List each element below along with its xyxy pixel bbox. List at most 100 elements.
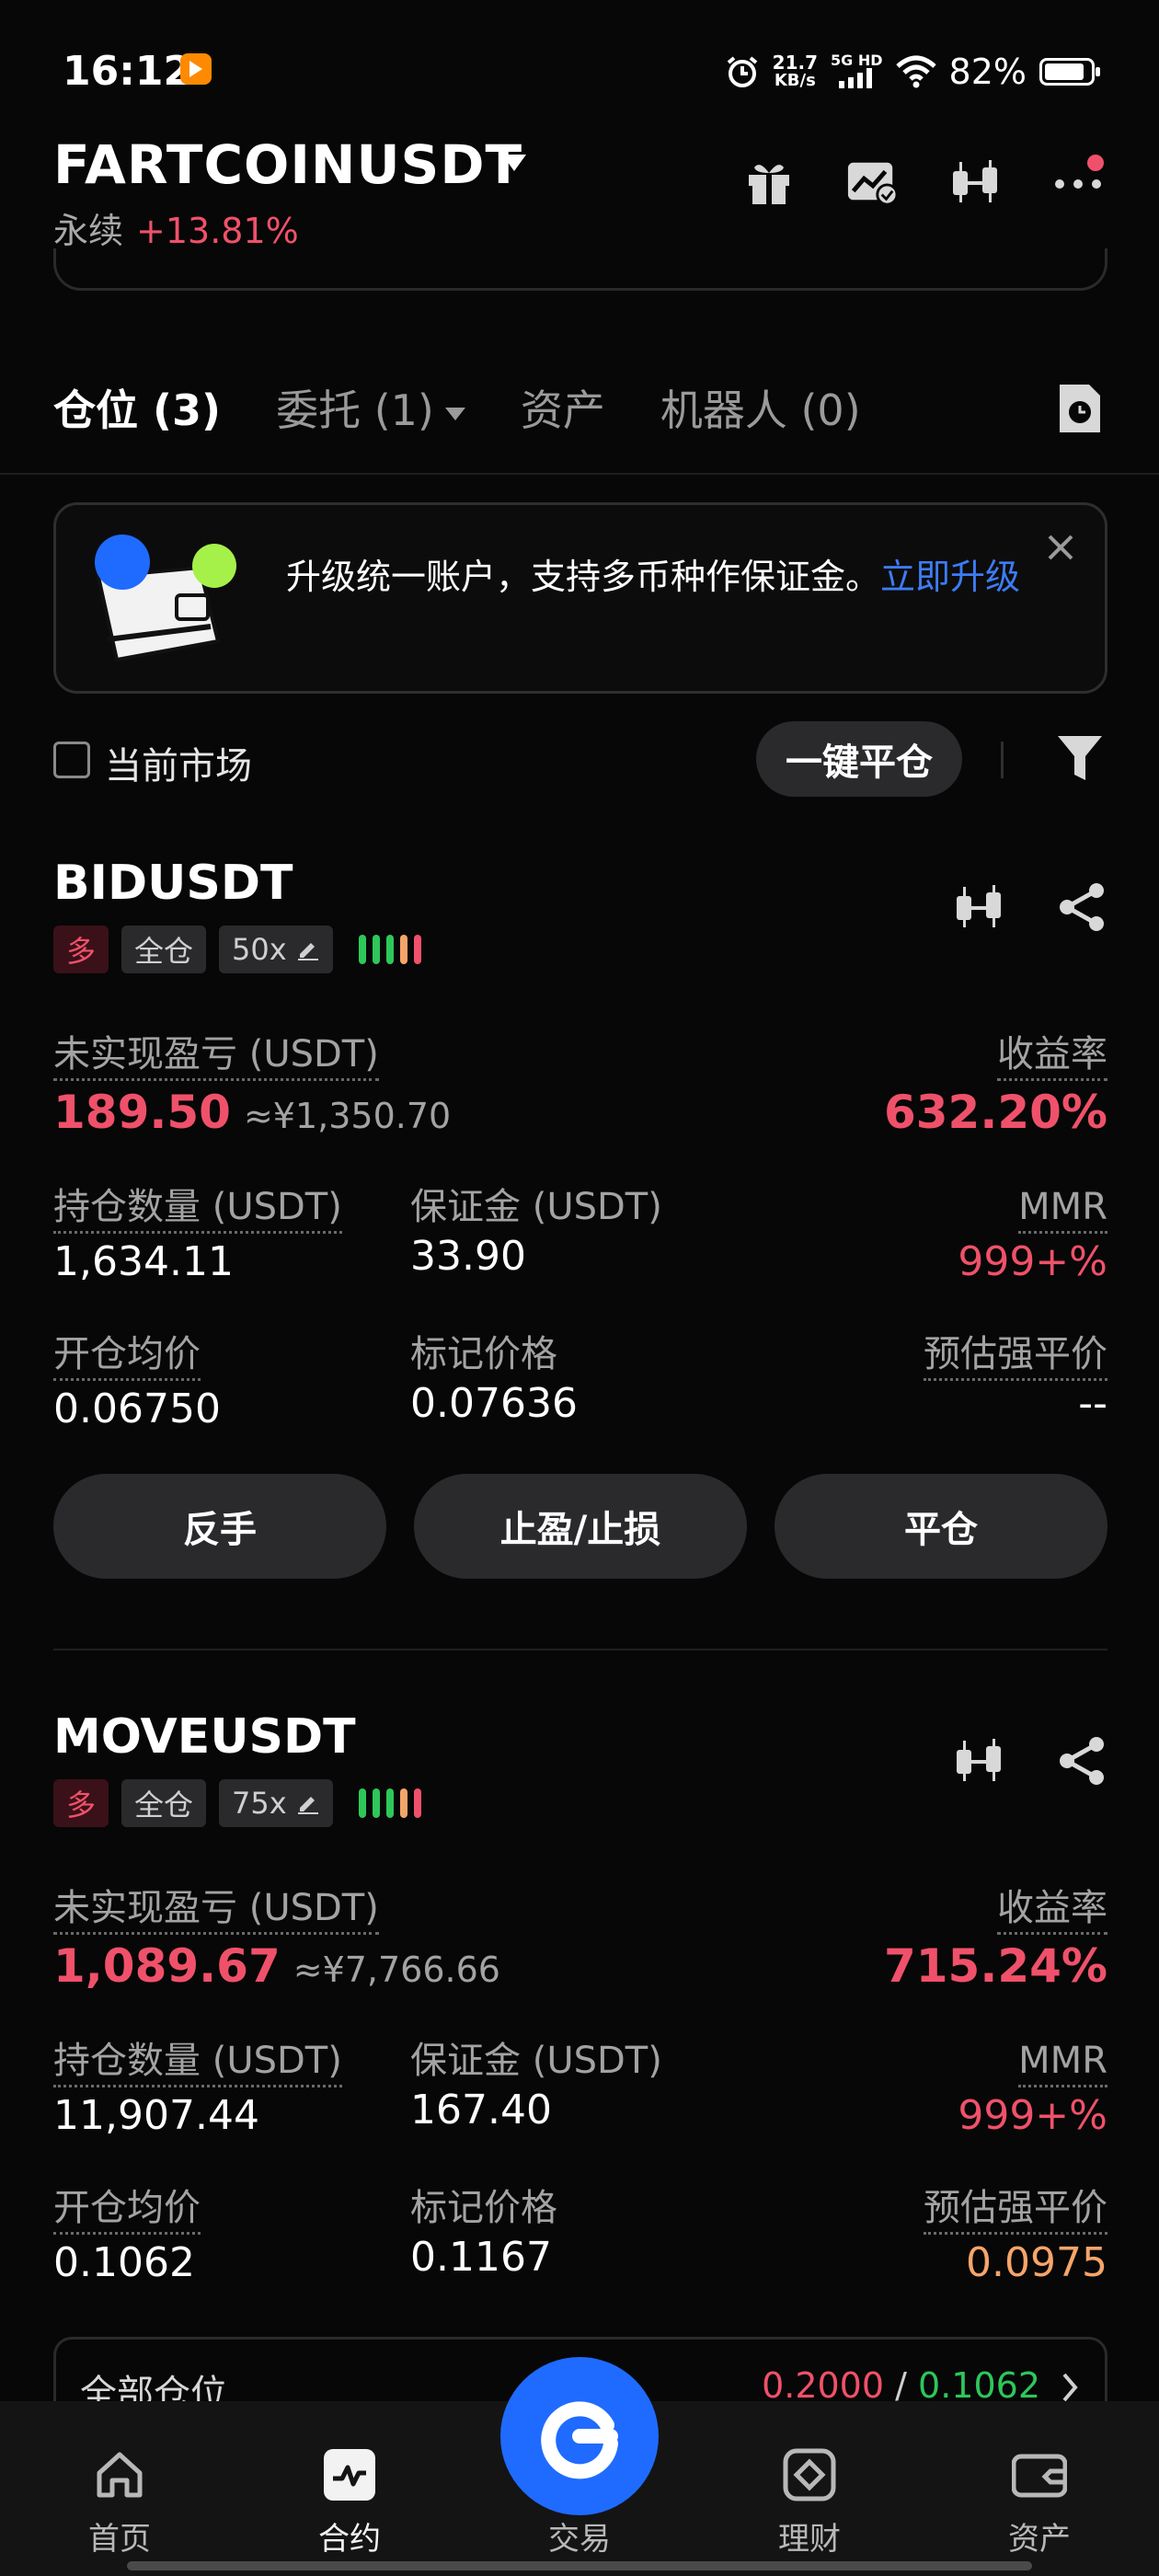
nav-earn[interactable]: 理财 (717, 2401, 901, 2576)
edit-icon (297, 943, 318, 960)
status-time: 16:12 (63, 48, 192, 95)
pair-selector[interactable]: FARTCOINUSDT (53, 133, 522, 196)
chart-verified-icon[interactable] (846, 156, 898, 208)
tab-bots[interactable]: 机器人 (0) (660, 377, 861, 438)
leverage-value: 75x (232, 1786, 287, 1821)
nav-home-label: 首页 (88, 2521, 151, 2558)
position-size-value: 11,907.44 (53, 2092, 259, 2139)
wifi-icon (895, 55, 936, 88)
position-divider (53, 1649, 1107, 1650)
tab-positions[interactable]: 仓位 (3) (53, 377, 221, 438)
reverse-button[interactable]: 反手 (53, 1474, 386, 1579)
leverage-badge[interactable]: 50x (219, 926, 333, 973)
mark-price-label: 标记价格 (410, 1333, 557, 1375)
entry-price-value: 0.06750 (53, 1386, 221, 1432)
pair-subtitle: 永续 +13.81% (53, 202, 299, 253)
tab-orders-label: 委托 (1) (276, 385, 434, 435)
position-symbol[interactable]: MOVEUSDT (53, 1709, 356, 1765)
adl-indicator (358, 1788, 421, 1818)
close-all-button[interactable]: 一键平仓 (756, 721, 962, 797)
wallet-icon (1012, 2454, 1067, 2498)
trade-icon (541, 2401, 618, 2479)
position-card: MOVEUSDT 多 全仓 75x 未实现盈亏 (USDT) 收益率 1,089… (53, 1709, 1107, 2335)
pnl-amount: 189.50 (53, 1086, 231, 1139)
gift-icon[interactable] (743, 156, 795, 208)
position-size-value: 1,634.11 (53, 1238, 234, 1285)
candlestick-icon[interactable] (953, 881, 1004, 933)
pnl-cny: ≈¥7,766.66 (293, 1949, 500, 1990)
caret-down-icon[interactable] (502, 155, 526, 171)
order-history-icon[interactable] (1056, 381, 1104, 440)
nav-earn-label: 理财 (778, 2521, 841, 2558)
unrealized-pnl-label[interactable]: 未实现盈亏 (USDT) (53, 1030, 379, 1081)
upgrade-banner[interactable]: 升级统一账户，支持多币种作保证金。立即升级 (53, 502, 1107, 694)
network-type: 5G HD (831, 52, 883, 91)
status-bar: 16:12 21.7 KB/s 5G HD 82% (0, 0, 1159, 138)
tpsl-button[interactable]: 止盈/止损 (414, 1474, 747, 1579)
entry-price-label[interactable]: 开仓均价 (53, 1330, 201, 1381)
earn-icon (783, 2448, 836, 2501)
leverage-badge[interactable]: 75x (219, 1779, 333, 1827)
header-actions (743, 155, 1104, 208)
side-badge: 多 (53, 1779, 109, 1827)
margin-label: 保证金 (USDT) (410, 2040, 662, 2082)
nav-futures[interactable]: 合约 (258, 2401, 442, 2576)
tabs-divider (0, 473, 1159, 475)
nav-futures-label: 合约 (318, 2521, 381, 2558)
status-indicators: 21.7 KB/s 5G HD 82% (725, 44, 1100, 99)
current-market-label: 当前市场 (105, 745, 252, 788)
price-change: +13.81% (136, 211, 299, 251)
position-buttons: 反手 止盈/止损 平仓 (53, 1474, 1107, 1579)
wallet-illustration-icon (95, 535, 236, 662)
margin-mode-badge[interactable]: 全仓 (121, 926, 207, 973)
chevron-right-icon (1062, 2373, 1078, 2402)
all-positions-red-value: 0.2000 (762, 2365, 885, 2406)
tab-assets[interactable]: 资产 (521, 377, 605, 438)
position-symbol[interactable]: BIDUSDT (53, 856, 293, 911)
mark-price-value: 0.1167 (410, 2234, 552, 2281)
nav-assets[interactable]: 资产 (947, 2401, 1131, 2576)
unrealized-pnl-label[interactable]: 未实现盈亏 (USDT) (53, 1884, 379, 1935)
nav-home[interactable]: 首页 (28, 2401, 212, 2576)
more-icon[interactable] (1052, 155, 1104, 208)
tab-orders[interactable]: 委托 (1) (276, 377, 465, 438)
home-indicator[interactable] (127, 2561, 1032, 2570)
mark-price-label: 标记价格 (410, 2187, 557, 2229)
roe-value: 632.20% (883, 1086, 1107, 1139)
position-size-label[interactable]: 持仓数量 (USDT) (53, 2037, 342, 2087)
share-icon[interactable] (1056, 881, 1107, 933)
entry-price-label[interactable]: 开仓均价 (53, 2184, 201, 2235)
candlestick-icon[interactable] (953, 1735, 1004, 1787)
position-tags: 多 全仓 75x (53, 1779, 421, 1827)
filter-icon[interactable] (1056, 732, 1104, 788)
app-notification-icon (180, 53, 212, 85)
trade-button[interactable] (500, 2357, 659, 2515)
mmr-label[interactable]: MMR (1018, 1183, 1107, 1234)
close-icon[interactable] (1044, 531, 1077, 564)
filter-divider (1001, 742, 1004, 778)
margin-label: 保证金 (USDT) (410, 1186, 662, 1228)
all-positions-green-value: 0.1062 (918, 2365, 1040, 2406)
close-position-button[interactable]: 平仓 (775, 1474, 1107, 1579)
position-size-label[interactable]: 持仓数量 (USDT) (53, 1183, 342, 1234)
margin-value: 167.40 (410, 2087, 552, 2133)
current-market-checkbox[interactable] (53, 742, 90, 778)
margin-mode-badge[interactable]: 全仓 (121, 1779, 207, 1827)
liq-price-label[interactable]: 预估强平价 (924, 2184, 1107, 2235)
nav-assets-label: 资产 (1008, 2521, 1071, 2558)
mmr-label[interactable]: MMR (1018, 2037, 1107, 2087)
network-speed-value: 21.7 (772, 52, 819, 74)
position-tags: 多 全仓 50x (53, 926, 421, 973)
roe-label[interactable]: 收益率 (997, 1884, 1107, 1935)
position-card: BIDUSDT 多 全仓 50x 未实现盈亏 (USDT) 收益率 189.50… (53, 856, 1107, 1592)
roe-label[interactable]: 收益率 (997, 1030, 1107, 1081)
liq-price-value: -- (1078, 1380, 1107, 1427)
upgrade-link[interactable]: 立即升级 (880, 557, 1020, 597)
side-badge: 多 (53, 926, 109, 973)
share-icon[interactable] (1056, 1735, 1107, 1787)
roe-value: 715.24% (883, 1939, 1107, 1993)
notification-dot (1087, 155, 1104, 171)
liq-price-label[interactable]: 预估强平价 (924, 1330, 1107, 1381)
mmr-value: 999+% (958, 1238, 1107, 1285)
candlestick-icon[interactable] (949, 156, 1001, 208)
